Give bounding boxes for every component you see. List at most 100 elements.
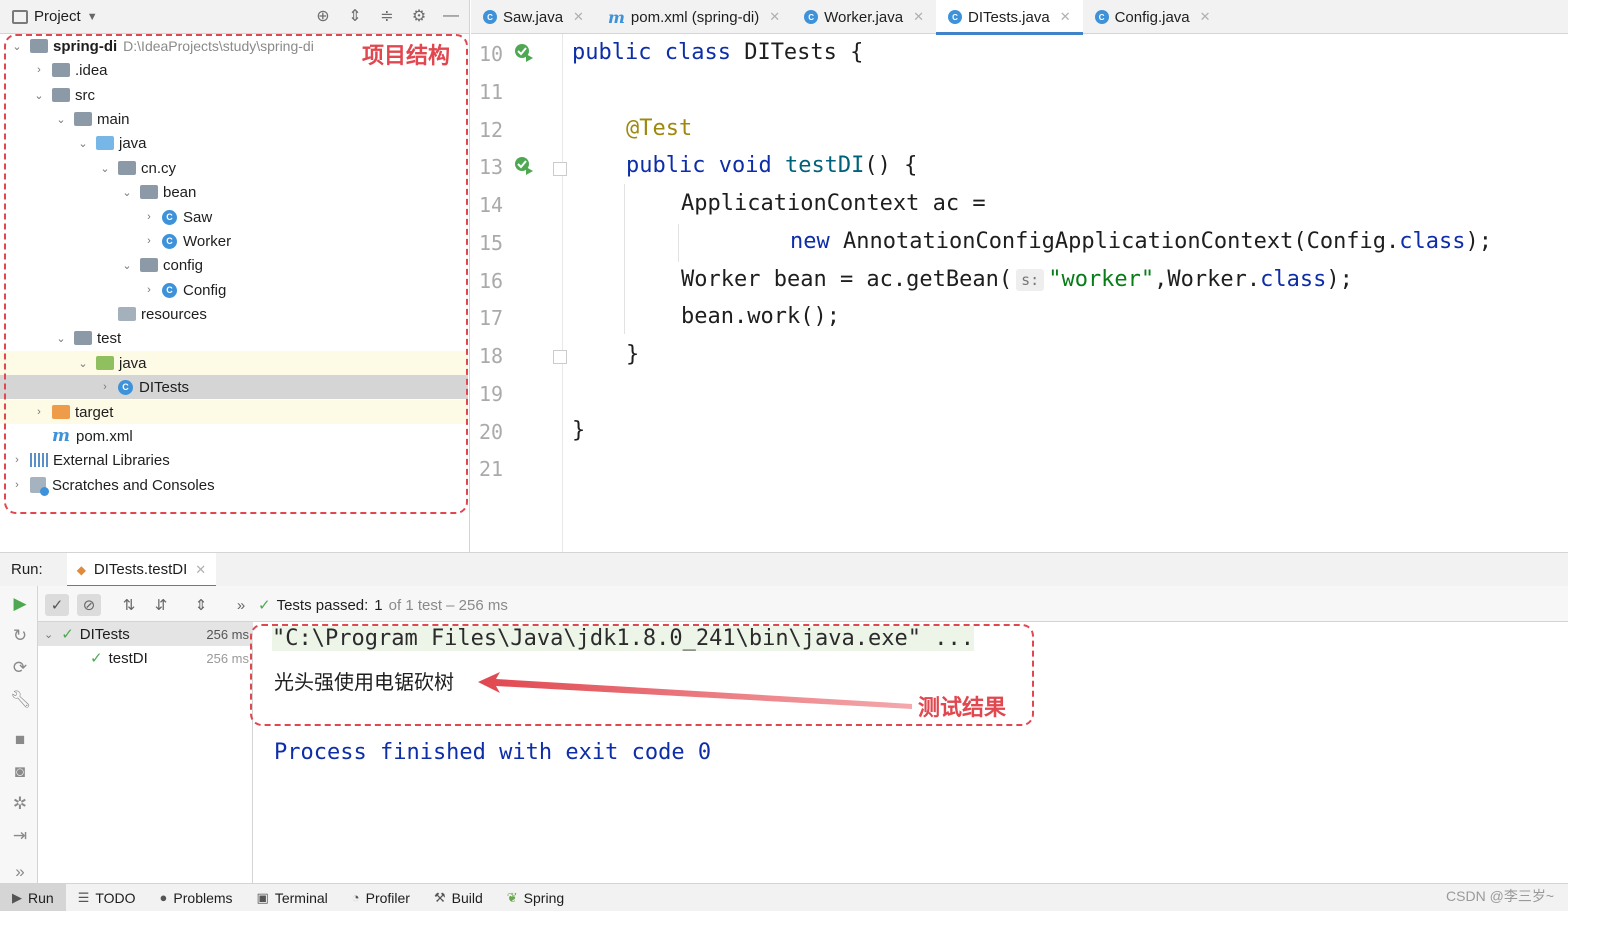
tool-problems[interactable]: ● Problems	[148, 884, 245, 912]
test-results-tree: ⌄ ✓ DITests 256 ms ✓ testDI 256 ms	[38, 622, 253, 883]
collapse-all-icon[interactable]: ≑	[377, 6, 397, 26]
method-name: testDI	[771, 153, 865, 178]
status-detail: of 1 test – 256 ms	[388, 596, 508, 614]
gear-icon[interactable]: ⚙	[409, 6, 429, 26]
project-panel-header: Project ▼ ⊕ ⇕ ≑ ⚙ —	[0, 0, 470, 34]
code-line-10: public class DITests {	[572, 40, 863, 65]
tool-profiler[interactable]: ◔ Profiler	[340, 884, 422, 912]
keyword: class	[1260, 267, 1327, 292]
line-number: 14	[479, 193, 504, 217]
code-text: AnnotationConfigApplicationContext(Confi…	[829, 229, 1400, 254]
toggle-auto-test-icon[interactable]: ⟳	[10, 658, 30, 678]
bug-icon[interactable]: ✲	[10, 794, 30, 814]
code-text: DITests {	[730, 40, 864, 65]
tool-run[interactable]: ▶ Run	[0, 883, 66, 911]
project-view-icon	[12, 9, 28, 24]
tool-label: Profiler	[365, 889, 410, 906]
tab-worker-java[interactable]: C Worker.java ✕	[792, 0, 936, 34]
run-side-toolbar: ▶ ↻ ⟳ 🔧︎ ■ ◙ ✲ ⇥ »	[0, 586, 38, 883]
stop-icon[interactable]: ■	[10, 730, 30, 750]
code-line-18: }	[626, 342, 640, 367]
project-structure-annotation: 项目结构	[362, 44, 451, 69]
minimize-icon[interactable]: —	[441, 6, 461, 26]
expand-all-icon[interactable]: ⇕	[189, 594, 213, 616]
class-icon: C	[1094, 10, 1109, 24]
tab-label: pom.xml (spring-di)	[630, 8, 760, 26]
status-count: 1	[374, 596, 383, 614]
parameter-hint: s:	[1016, 269, 1045, 291]
tool-todo[interactable]: ☰ TODO	[66, 884, 148, 912]
line-number: 15	[479, 231, 504, 255]
project-dropdown[interactable]: Project ▼	[12, 8, 98, 25]
sort-duration-icon[interactable]: ⇵	[149, 594, 173, 616]
close-icon[interactable]: ✕	[573, 9, 584, 25]
expand-all-icon[interactable]: ⇕	[345, 6, 365, 26]
check-icon: ✓	[258, 597, 271, 614]
close-icon[interactable]: ✕	[1200, 9, 1211, 25]
close-icon[interactable]: ✕	[913, 9, 924, 25]
tool-terminal[interactable]: ▣ Terminal	[245, 884, 340, 912]
rerun-icon[interactable]: ▶	[10, 594, 30, 614]
close-icon[interactable]: ✕	[195, 562, 206, 578]
code-line-13: public void testDI() {	[626, 153, 917, 178]
tab-label: Worker.java	[824, 8, 904, 26]
tab-label: Config.java	[1114, 8, 1190, 26]
terminal-icon: ▣	[256, 889, 269, 905]
project-structure-annotation-box	[4, 34, 468, 514]
run-label: Run:	[11, 561, 43, 578]
line-number: 21	[479, 457, 504, 481]
test-name: testDI	[108, 649, 148, 667]
tab-pom-xml[interactable]: m pom.xml (spring-di) ✕	[596, 0, 792, 34]
show-passed-icon[interactable]: ✓	[45, 594, 69, 616]
code-line-17: bean.work();	[681, 304, 840, 329]
code-text: );	[1465, 229, 1493, 254]
run-tab-ditests[interactable]: ◆ DITests.testDI ✕	[66, 552, 217, 587]
code-text: ,Worker.	[1154, 267, 1261, 292]
show-ignored-icon[interactable]: ⊘	[77, 594, 101, 616]
editor-gutter: 10 11 12 13 14 15 16 17 18 19 20 21	[471, 34, 567, 552]
watermark: CSDN @李三岁~	[1446, 888, 1554, 904]
maven-icon: m	[607, 7, 625, 27]
wrench-icon[interactable]: 🔧︎	[10, 690, 32, 710]
close-icon[interactable]: ✕	[769, 9, 780, 25]
tab-saw-java[interactable]: C Saw.java ✕	[471, 0, 596, 34]
test-row-ditests[interactable]: ⌄ ✓ DITests 256 ms	[38, 622, 253, 646]
info-icon: ●	[159, 890, 168, 905]
tool-spring[interactable]: ❦ Spring	[495, 884, 576, 912]
tab-config-java[interactable]: C Config.java ✕	[1083, 0, 1223, 34]
tool-label: Terminal	[274, 889, 328, 906]
close-icon[interactable]: ✕	[1060, 9, 1071, 25]
tool-label: Spring	[523, 889, 565, 906]
run-test-icon[interactable]	[513, 155, 535, 177]
test-time: 256 ms	[206, 626, 249, 642]
sort-alpha-icon[interactable]: ⇅	[117, 594, 141, 616]
line-number: 12	[479, 118, 504, 142]
line-number: 20	[479, 420, 504, 444]
code-line-16: Worker bean = ac.getBean(s: "worker",Work…	[681, 267, 1353, 292]
import-icon[interactable]: ⇥	[10, 826, 30, 846]
rerun-failed-icon[interactable]: ↻	[10, 626, 30, 646]
run-test-icon[interactable]	[513, 42, 535, 64]
locate-icon[interactable]: ⊕	[313, 6, 333, 26]
tab-label: Saw.java	[503, 8, 564, 26]
code-text: Worker bean = ac.getBean(	[681, 267, 1013, 292]
test-row-testdi[interactable]: ✓ testDI 256 ms	[38, 646, 253, 670]
keyword: public void	[626, 153, 772, 178]
chevron-down-icon[interactable]: ⌄	[44, 628, 53, 641]
code-line-14: ApplicationContext ac =	[681, 191, 986, 216]
tab-ditests-java[interactable]: C DITests.java ✕	[935, 0, 1083, 35]
test-config-icon: ◆	[76, 562, 86, 577]
more-icon[interactable]: »	[10, 862, 30, 882]
project-title: Project	[34, 8, 81, 25]
check-icon: ✓	[90, 650, 103, 667]
keyword: class	[1399, 229, 1466, 254]
camera-icon[interactable]: ◙	[10, 762, 30, 782]
line-number: 16	[479, 269, 504, 293]
code-line-15: new AnnotationConfigApplicationContext(C…	[790, 229, 1492, 254]
code-editor[interactable]: public class DITests { @Test public void…	[564, 34, 1568, 552]
editor-tab-bar: C Saw.java ✕ m pom.xml (spring-di) ✕ C W…	[471, 0, 1568, 35]
more-icon[interactable]: »	[229, 594, 253, 616]
tool-build[interactable]: ⚒ Build	[422, 884, 495, 912]
code-text: );	[1326, 267, 1353, 292]
line-number: 19	[479, 382, 504, 406]
